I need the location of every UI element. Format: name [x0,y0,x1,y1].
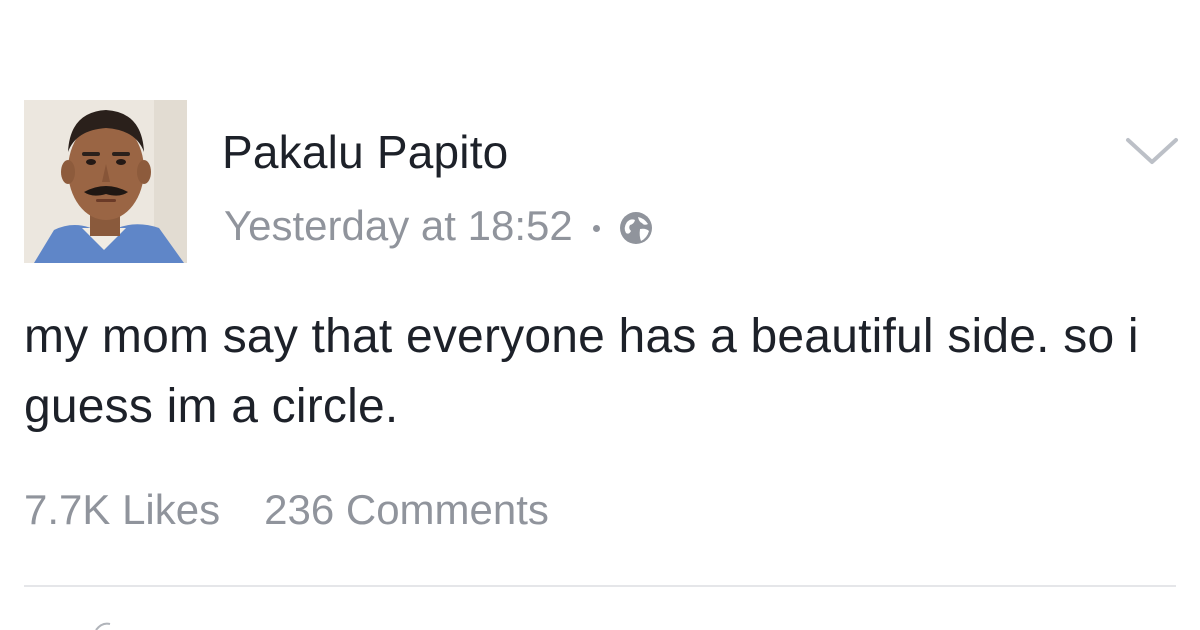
likes-count[interactable]: 7.7K Likes [24,486,220,534]
globe-icon[interactable] [618,210,654,246]
facebook-post: Pakalu Papito Yesterday at 18:52 my mom … [0,0,1200,630]
chevron-down-icon[interactable] [1124,134,1180,168]
post-stats: 7.7K Likes 236 Comments [24,482,549,538]
separator-dot [592,224,600,232]
post-text: my mom say that everyone has a beautiful… [24,310,1139,433]
avatar-photo [24,100,187,263]
comments-count[interactable]: 236 Comments [264,486,549,534]
divider [24,585,1176,587]
post-meta: Yesterday at 18:52 [224,198,654,254]
like-icon[interactable] [90,620,130,630]
author-avatar[interactable] [24,100,187,263]
author-name[interactable]: Pakalu Papito [222,124,508,180]
post-timestamp[interactable]: Yesterday at 18:52 [224,198,573,254]
